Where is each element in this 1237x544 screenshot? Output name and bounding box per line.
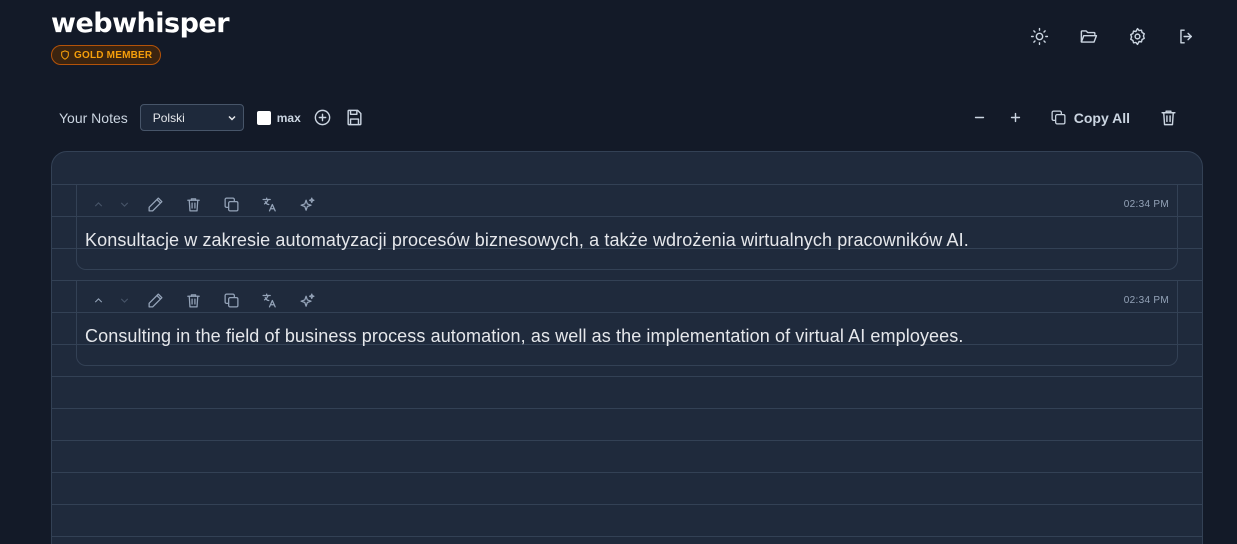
translate-note-button[interactable] <box>260 195 278 213</box>
trash-icon <box>186 197 200 212</box>
minus-icon <box>975 116 985 119</box>
sparkles-icon <box>299 196 315 211</box>
app-title: webwhisper <box>51 8 230 39</box>
language-value: Polski <box>152 110 185 125</box>
note-item: 02:34 PM Consulting in the field of busi… <box>76 281 1178 366</box>
delete-note-button[interactable] <box>184 291 202 309</box>
brand: webwhisper GOLD MEMBER <box>51 7 230 65</box>
edit-note-button[interactable] <box>146 195 164 213</box>
chevron-down-icon <box>120 297 128 303</box>
copy-icon <box>223 196 239 212</box>
copy-note-button[interactable] <box>222 195 240 213</box>
notes-toolbar: Your Notes Polski max Copy All <box>59 104 1178 131</box>
copy-note-button[interactable] <box>222 291 240 309</box>
note-text[interactable]: Konsultacje w zakresie automatyzacji pro… <box>85 230 969 251</box>
language-select[interactable]: Polski <box>139 104 244 131</box>
save-icon <box>347 109 362 126</box>
translate-icon <box>261 292 276 308</box>
note-toolbar <box>89 291 316 309</box>
settings-gear-icon <box>1129 27 1145 45</box>
add-note-button[interactable] <box>313 108 333 128</box>
translate-icon <box>261 196 276 212</box>
copy-all-button[interactable]: Copy All <box>1050 109 1130 126</box>
copy-icon <box>1051 110 1066 125</box>
move-down-button[interactable] <box>115 195 133 213</box>
edit-note-button[interactable] <box>146 291 164 309</box>
open-folder-button[interactable] <box>1078 26 1098 46</box>
membership-badge: GOLD MEMBER <box>51 45 162 65</box>
delete-all-button[interactable] <box>1158 108 1178 128</box>
trash-icon <box>186 293 200 308</box>
ai-enhance-button[interactable] <box>298 291 316 309</box>
trash-icon <box>1160 110 1176 126</box>
chevron-down-icon <box>120 201 128 207</box>
note-toolbar <box>89 195 316 213</box>
notes-label: Your Notes <box>59 109 128 126</box>
copy-all-label: Copy All <box>1073 109 1130 126</box>
logout-icon <box>1179 28 1192 44</box>
folder-open-icon <box>1080 29 1097 43</box>
translate-note-button[interactable] <box>260 291 278 309</box>
max-label: max <box>276 110 301 125</box>
note-timestamp: 02:34 PM <box>1123 295 1169 306</box>
header-actions <box>1029 26 1196 46</box>
plus-circle-icon <box>314 109 331 126</box>
increase-font-button[interactable] <box>1006 108 1026 128</box>
notes-area: 02:34 PM Konsultacje w zakresie automaty… <box>51 151 1203 544</box>
ai-enhance-button[interactable] <box>298 195 316 213</box>
chevron-down-icon <box>228 115 236 121</box>
delete-note-button[interactable] <box>184 195 202 213</box>
theme-toggle-button[interactable] <box>1029 26 1049 46</box>
save-button[interactable] <box>345 108 365 128</box>
move-up-button[interactable] <box>89 291 107 309</box>
note-timestamp: 02:34 PM <box>1123 199 1169 210</box>
decrease-font-button[interactable] <box>970 108 990 128</box>
plus-icon <box>1011 112 1021 123</box>
move-up-button[interactable] <box>89 195 107 213</box>
note-text[interactable]: Consulting in the field of business proc… <box>85 326 963 347</box>
move-down-button[interactable] <box>115 291 133 309</box>
max-checkbox[interactable] <box>256 110 271 125</box>
copy-icon <box>223 292 239 308</box>
badge-label: GOLD MEMBER <box>74 49 153 61</box>
logout-button[interactable] <box>1176 26 1196 46</box>
settings-button[interactable] <box>1127 26 1147 46</box>
shield-icon <box>61 50 69 60</box>
sun-icon <box>1030 27 1048 45</box>
chevron-up-icon <box>94 297 102 303</box>
chevron-up-icon <box>94 201 102 207</box>
sparkles-icon <box>299 292 315 307</box>
pencil-icon <box>147 292 163 308</box>
pencil-icon <box>147 196 163 212</box>
note-item: 02:34 PM Konsultacje w zakresie automaty… <box>76 185 1178 270</box>
